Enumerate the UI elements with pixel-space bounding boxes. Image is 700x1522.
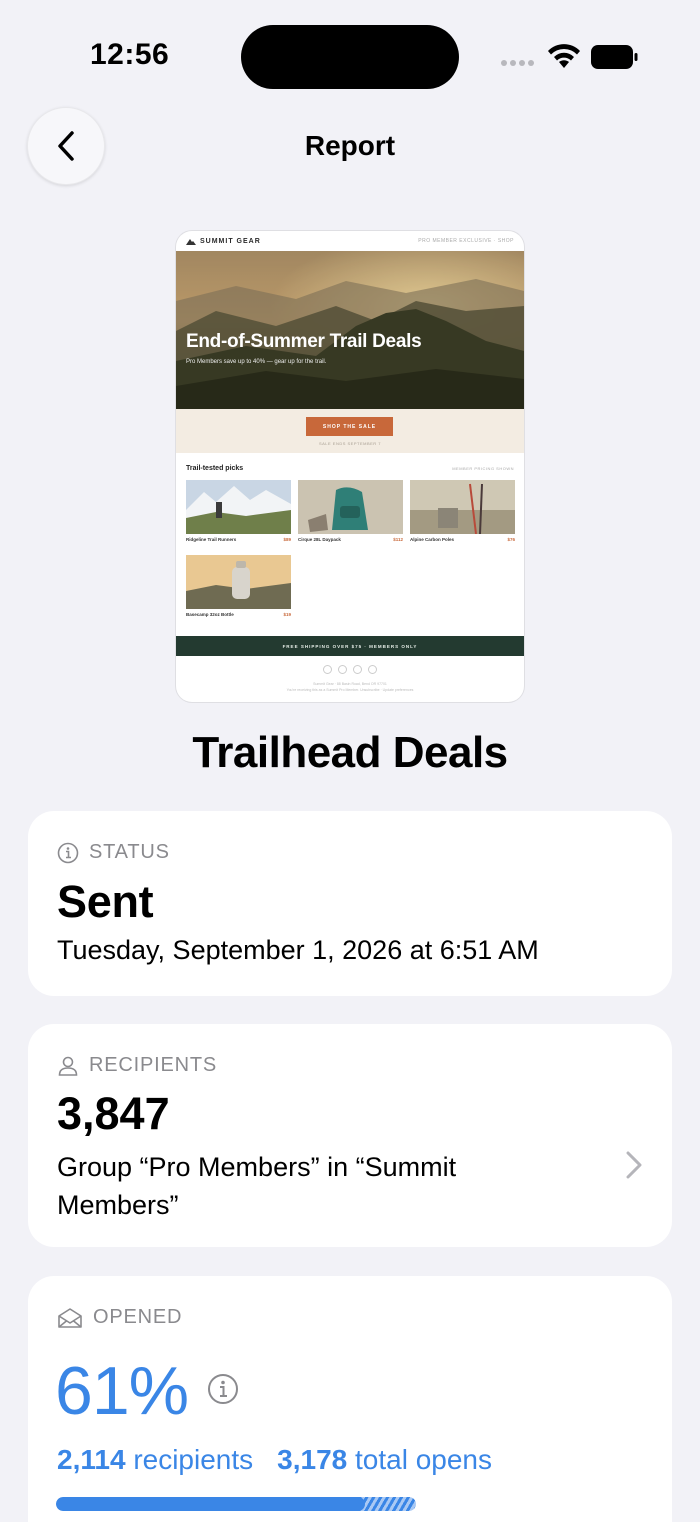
preview-product-grid: Ridgeline Trail Runners $89 Cirque 28L Da… bbox=[186, 480, 515, 624]
sent-date: Tuesday, September 1, 2026 at 6:51 AM bbox=[57, 935, 539, 965]
preview-picks-title: Trail-tested picks bbox=[186, 465, 244, 472]
recipients-opened-count: 2,114 bbox=[57, 1444, 126, 1475]
product-name: Basecamp 32oz Bottle bbox=[186, 612, 234, 617]
open-rate: 61% bbox=[55, 1353, 189, 1429]
status-time: 12:56 bbox=[90, 38, 170, 71]
product-image-bottle bbox=[186, 555, 291, 609]
mountain-logo-icon bbox=[186, 238, 196, 245]
preview-product: Alpine Carbon Poles $76 bbox=[410, 480, 515, 549]
preview-cta-subtext: SALE ENDS SEPTEMBER 7 bbox=[318, 441, 382, 446]
chevron-right-icon bbox=[626, 1151, 642, 1179]
hero-mountain-image bbox=[176, 251, 524, 409]
preview-top-links: PRO MEMBER EXCLUSIVE · SHOP bbox=[418, 238, 514, 244]
preview-hero: End-of-Summer Trail Deals Pro Members sa… bbox=[176, 251, 524, 409]
wifi-icon bbox=[548, 44, 580, 68]
preview-picks: Trail-tested picks MEMBER PRICING SHOWN … bbox=[176, 453, 524, 624]
info-icon[interactable] bbox=[207, 1373, 239, 1405]
preview-shop-button: SHOP THE SALE bbox=[306, 417, 393, 436]
product-image-carbon-poles bbox=[410, 480, 515, 534]
dynamic-island bbox=[241, 25, 459, 89]
preview-cta-area: SHOP THE SALE SALE ENDS SEPTEMBER 7 bbox=[176, 409, 524, 453]
product-name: Alpine Carbon Poles bbox=[410, 537, 455, 542]
product-name: Cirque 28L Daypack bbox=[298, 537, 341, 542]
opened-card: OPENED 61% 2,114 recipients 3,178 total … bbox=[28, 1276, 672, 1522]
opened-label: OPENED bbox=[93, 1306, 183, 1328]
product-image-daypack bbox=[298, 480, 403, 534]
preview-header: SUMMIT GEAR PRO MEMBER EXCLUSIVE · SHOP bbox=[176, 231, 524, 251]
preview-footer-bar: FREE SHIPPING OVER $75 · MEMBERS ONLY bbox=[176, 636, 524, 656]
status-value: Sent bbox=[57, 876, 154, 927]
open-stats: 2,114 recipients 3,178 total opens bbox=[57, 1444, 493, 1475]
status-card: STATUS Sent Tuesday, September 1, 2026 a… bbox=[28, 811, 672, 996]
status-bar: 12:56 bbox=[0, 0, 700, 110]
campaign-title: Trailhead Deals bbox=[192, 728, 508, 777]
product-price: $76 bbox=[507, 537, 515, 542]
preview-brand: SUMMIT GEAR bbox=[200, 237, 261, 245]
social-icon bbox=[323, 665, 332, 674]
product-price: $112 bbox=[393, 537, 403, 542]
social-icon bbox=[368, 665, 377, 674]
recipients-label: RECIPIENTS bbox=[89, 1054, 218, 1076]
email-preview[interactable]: SUMMIT GEAR PRO MEMBER EXCLUSIVE · SHOP bbox=[176, 231, 524, 702]
preview-product: Basecamp 32oz Bottle $19 bbox=[186, 555, 291, 624]
product-price: $19 bbox=[283, 612, 291, 617]
product-price: $89 bbox=[283, 537, 291, 542]
recipients-count: 3,847 bbox=[57, 1088, 170, 1139]
progress-fill bbox=[56, 1497, 365, 1511]
open-envelope-icon bbox=[58, 1307, 82, 1328]
social-icon bbox=[338, 665, 347, 674]
total-opens-count: 3,178 bbox=[277, 1444, 348, 1475]
battery-icon bbox=[591, 45, 638, 69]
preview-fine-print: Summit Gear · 88 Basin Road, Bend OR 977… bbox=[286, 682, 414, 692]
page-title: Report bbox=[304, 130, 396, 161]
cellular-signal-icon bbox=[501, 60, 534, 66]
preview-hero-subtitle: Pro Members save up to 40% — gear up for… bbox=[186, 359, 327, 365]
preview-hero-title: End-of-Summer Trail Deals bbox=[186, 331, 422, 352]
preview-product: Ridgeline Trail Runners $89 bbox=[186, 480, 291, 549]
progress-hatch bbox=[357, 1497, 416, 1511]
social-icon bbox=[353, 665, 362, 674]
recipients-group: Group “Pro Members” in “Summit Members” bbox=[57, 1152, 457, 1220]
recipients-card[interactable]: RECIPIENTS 3,847 Group “Pro Members” in … bbox=[28, 1024, 672, 1247]
product-image-trail-runners bbox=[186, 480, 291, 534]
product-name: Ridgeline Trail Runners bbox=[186, 537, 237, 542]
preview-product: Cirque 28L Daypack $112 bbox=[298, 480, 403, 549]
person-icon bbox=[58, 1056, 78, 1076]
open-rate-progress-bar bbox=[56, 1497, 416, 1511]
preview-picks-link: MEMBER PRICING SHOWN bbox=[452, 466, 514, 471]
preview-social-icons bbox=[176, 665, 524, 674]
status-label: STATUS bbox=[89, 841, 170, 863]
info-icon bbox=[57, 842, 79, 863]
